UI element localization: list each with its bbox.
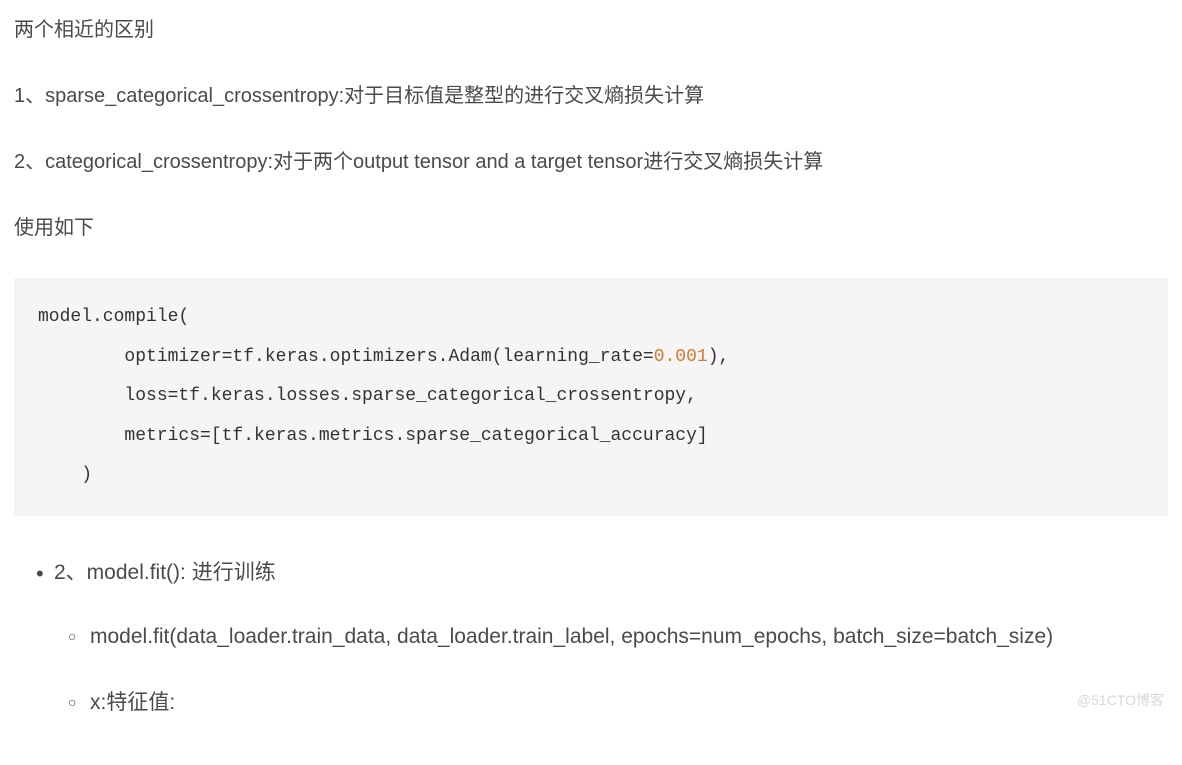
code-line: optimizer=tf.keras.optimizers.Adam(learn… (38, 338, 1144, 378)
sub-list-item: model.fit(data_loader.train_data, data_l… (90, 618, 1168, 657)
code-text: ), (708, 347, 730, 367)
diff-item-2: 2、categorical_crossentropy:对于两个output te… (14, 146, 1168, 178)
sub-list-item: x:特征值: (90, 684, 1168, 723)
usage-label: 使用如下 (14, 212, 1168, 244)
code-number-literal: 0.001 (654, 347, 708, 367)
code-text: optimizer=tf.keras.optimizers.Adam(learn… (38, 347, 654, 367)
diff-item-1: 1、sparse_categorical_crossentropy:对于目标值是… (14, 80, 1168, 112)
intro-para: 两个相近的区别 (14, 14, 1168, 46)
list-item: 2、model.fit(): 进行训练 model.fit(data_loade… (54, 556, 1168, 723)
bullet-list: 2、model.fit(): 进行训练 model.fit(data_loade… (14, 556, 1168, 723)
list-item-text: 2、model.fit(): 进行训练 (54, 561, 276, 584)
code-line: loss=tf.keras.losses.sparse_categorical_… (38, 377, 1144, 417)
code-block: model.compile( optimizer=tf.keras.optimi… (14, 278, 1168, 516)
code-line: model.compile( (38, 298, 1144, 338)
code-line: ) (38, 456, 1144, 496)
code-line: metrics=[tf.keras.metrics.sparse_categor… (38, 417, 1144, 457)
sub-list: model.fit(data_loader.train_data, data_l… (54, 618, 1168, 724)
